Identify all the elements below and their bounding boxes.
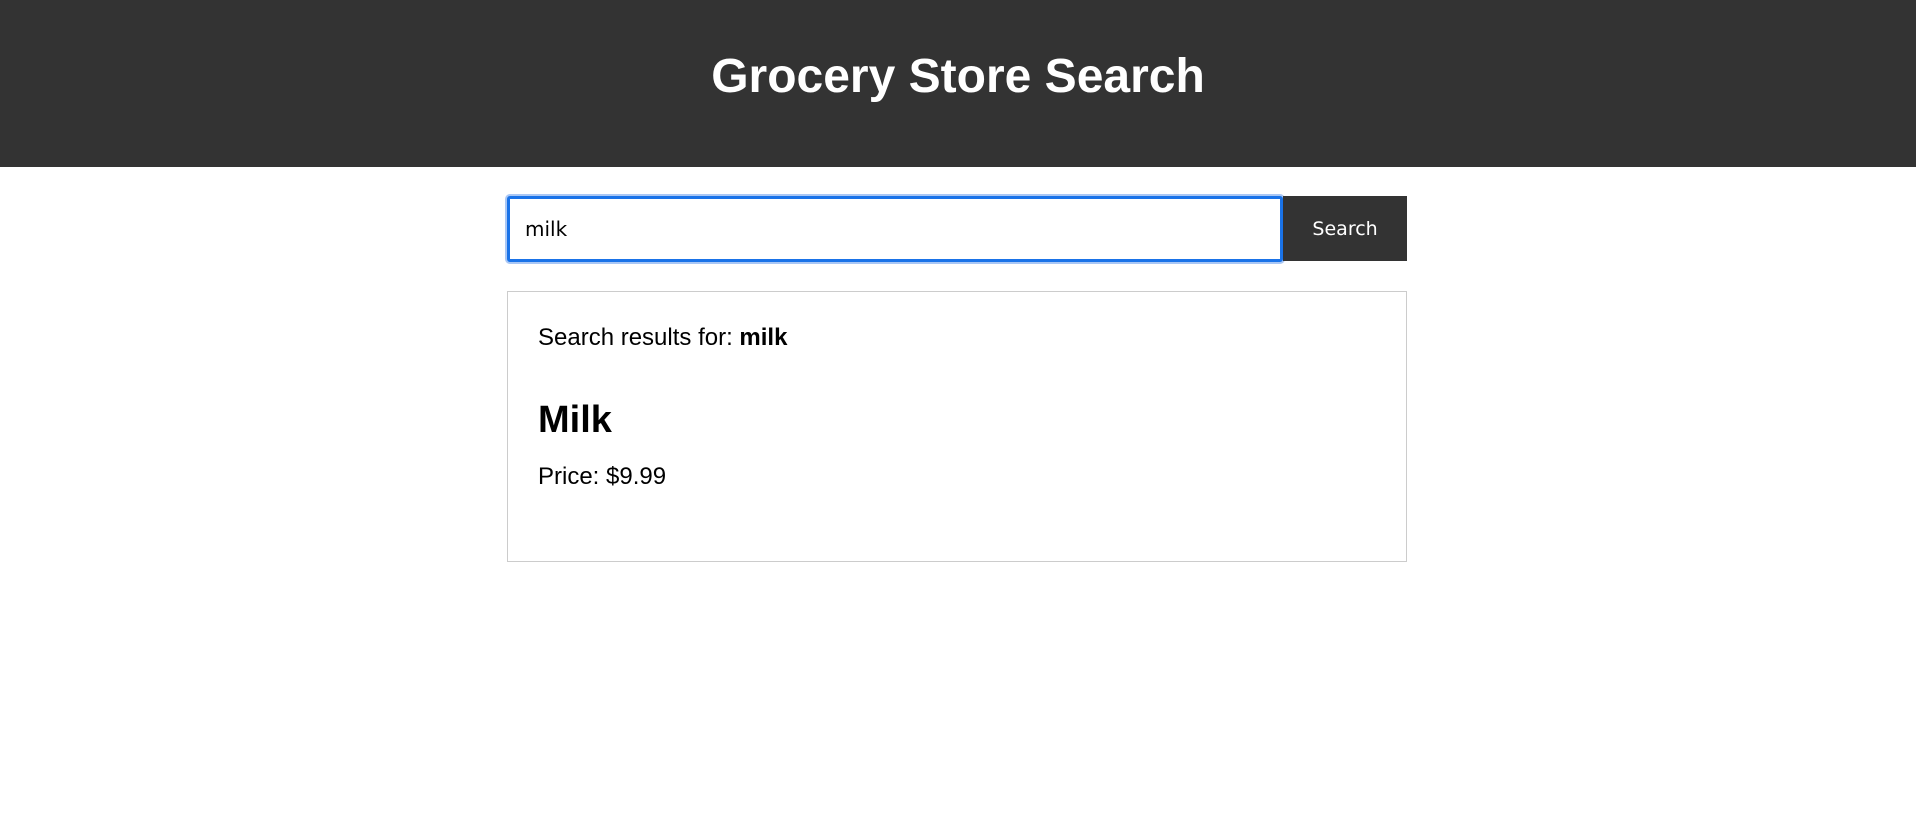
search-button[interactable]: Search	[1283, 196, 1407, 261]
product-price: Price: $9.99	[538, 463, 667, 490]
results-heading: Search results for: milk	[538, 323, 1376, 353]
page-title: Grocery Store Search	[711, 49, 1205, 103]
results-query: milk	[739, 324, 788, 351]
product-name: Milk	[538, 399, 612, 441]
list-item: Milk Price: $9.99	[538, 398, 1376, 492]
page-header: Grocery Store Search	[0, 0, 1916, 167]
search-form: Search	[507, 196, 1407, 262]
results-heading-prefix: Search results for:	[538, 324, 740, 351]
search-input[interactable]	[507, 196, 1284, 262]
search-results-panel: Search results for: milk Milk Price: $9.…	[507, 291, 1407, 562]
